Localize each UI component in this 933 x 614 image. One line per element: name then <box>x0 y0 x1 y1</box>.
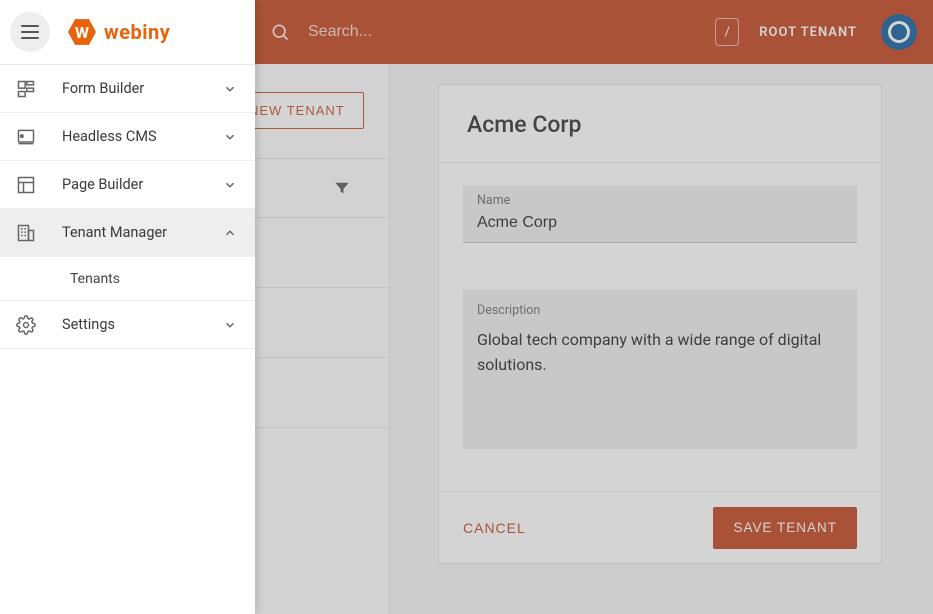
settings-icon <box>16 315 36 335</box>
sidebar-item-tenant-manager[interactable]: Tenant Manager <box>0 209 255 257</box>
sidebar-item-label: Tenant Manager <box>62 224 167 241</box>
logo-text: webiny <box>104 20 170 44</box>
sidebar-item-label: Headless CMS <box>62 128 157 145</box>
sidebar-item-label: Page Builder <box>62 176 143 193</box>
tenant-manager-icon <box>16 223 36 243</box>
sidebar-header: W webiny <box>0 0 255 64</box>
sidebar-item-page-builder[interactable]: Page Builder <box>0 161 255 209</box>
logo[interactable]: W webiny <box>68 18 170 46</box>
page-builder-icon <box>16 175 36 195</box>
menu-toggle-button[interactable] <box>10 12 50 52</box>
chevron-down-icon <box>223 318 237 332</box>
sidebar-item-form-builder[interactable]: Form Builder <box>0 65 255 113</box>
nav: Form Builder Headless CMS <box>0 64 255 349</box>
sidebar-item-label: Settings <box>62 316 115 333</box>
chevron-down-icon <box>223 178 237 192</box>
sidebar-item-label: Form Builder <box>62 80 144 97</box>
headless-cms-icon <box>16 127 36 147</box>
chevron-up-icon <box>223 226 237 240</box>
modal-overlay[interactable] <box>255 0 933 614</box>
sidebar-subitem-label: Tenants <box>70 271 120 287</box>
logo-mark-icon: W <box>68 18 96 46</box>
form-builder-icon <box>16 79 36 99</box>
sidebar-item-headless-cms[interactable]: Headless CMS <box>0 113 255 161</box>
hamburger-icon <box>21 25 39 39</box>
sidebar-item-settings[interactable]: Settings <box>0 301 255 349</box>
sidebar-subitem-tenants[interactable]: Tenants <box>0 257 255 301</box>
chevron-down-icon <box>223 130 237 144</box>
sidebar: W webiny Form Builder <box>0 0 255 614</box>
chevron-down-icon <box>223 82 237 96</box>
